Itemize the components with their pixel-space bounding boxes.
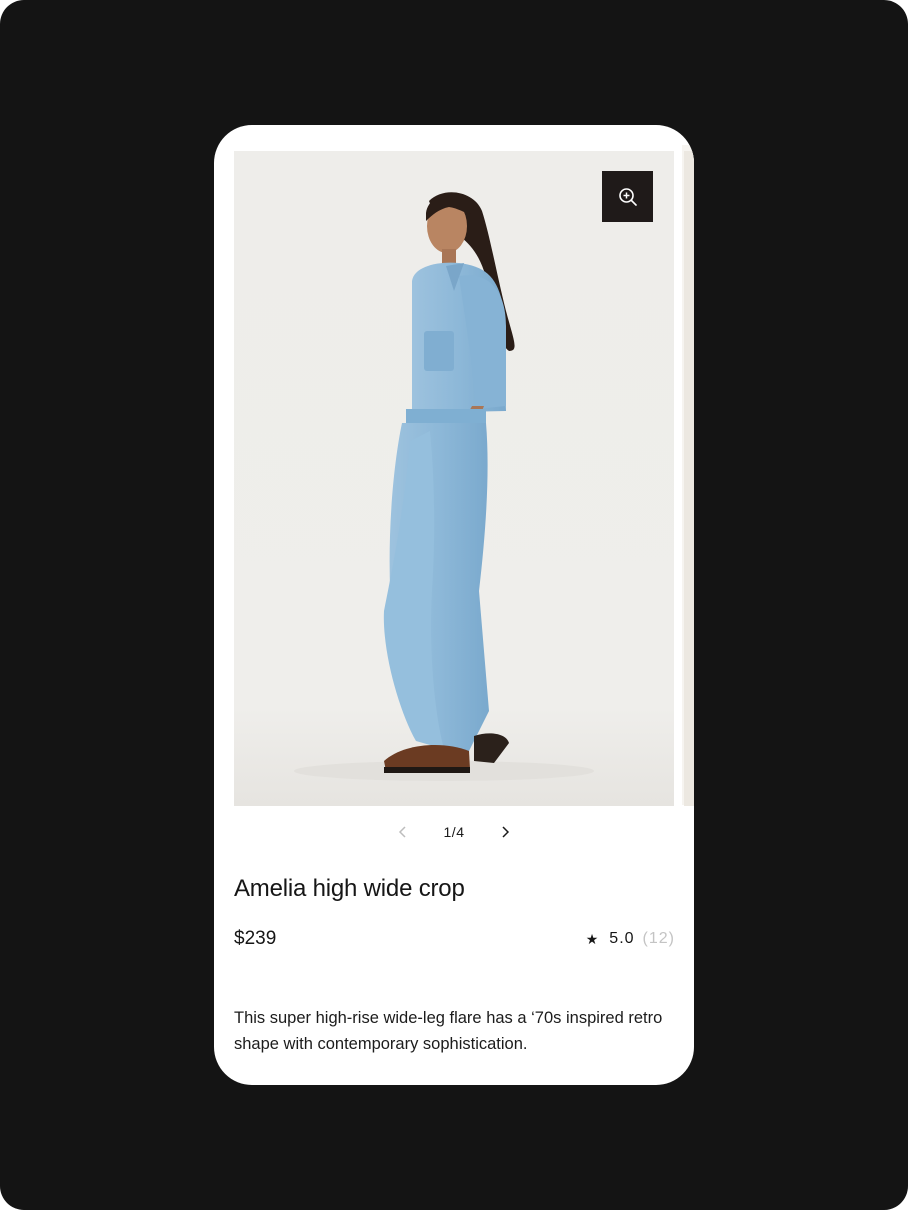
next-slide-peek[interactable] [684, 151, 694, 806]
current-page: 1 [443, 824, 452, 840]
product-image[interactable] [234, 151, 674, 806]
chevron-right-icon [502, 826, 510, 838]
rating-value: 5.0 [609, 930, 635, 947]
total-pages: 4 [456, 824, 465, 840]
model-photo [234, 151, 674, 806]
product-title: Amelia high wide crop [234, 875, 465, 902]
prev-image-button[interactable] [396, 825, 410, 839]
zoom-button[interactable] [602, 171, 653, 222]
product-card: 1/4 Amelia high wide crop $239 ★ 5.0 (12… [214, 125, 694, 1085]
review-count: (12) [642, 930, 675, 947]
zoom-in-icon [618, 187, 637, 206]
page-indicator: 1/4 [440, 824, 468, 840]
product-price: $239 [234, 928, 277, 949]
image-gallery[interactable] [214, 125, 694, 815]
gallery-pager: 1/4 [214, 815, 694, 849]
product-rating[interactable]: ★ 5.0 (12) [586, 930, 675, 948]
star-icon: ★ [585, 930, 600, 947]
chevron-left-icon [398, 826, 406, 838]
page-background: 1/4 Amelia high wide crop $239 ★ 5.0 (12… [0, 0, 908, 1210]
next-image-button[interactable] [498, 825, 512, 839]
product-description: This super high-rise wide-leg flare has … [234, 1009, 663, 1053]
